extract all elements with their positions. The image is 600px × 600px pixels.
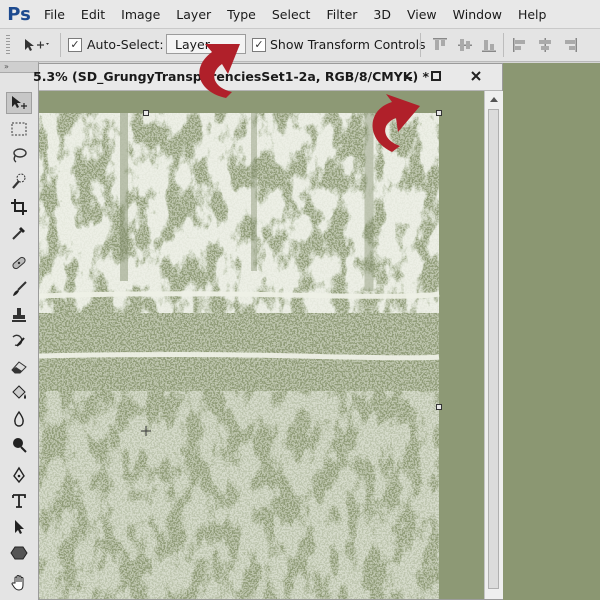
lasso-icon	[13, 148, 27, 163]
history-brush-icon	[12, 334, 25, 347]
show-transform-checkbox[interactable]: ✓	[252, 38, 266, 52]
rectangle-marquee-icon	[11, 122, 27, 136]
marquee-tool[interactable]	[6, 118, 32, 140]
separator	[420, 33, 421, 57]
move-tool[interactable]	[6, 92, 32, 114]
dodge-tool[interactable]	[6, 434, 32, 456]
hexagon-shape-icon	[10, 546, 28, 560]
minimize-button[interactable]	[395, 66, 421, 86]
auto-select-dropdown[interactable]: Layer	[166, 34, 246, 54]
document-titlebar[interactable]: 5.3% (SD_GrungyTransparenciesSet1-2a, RG…	[33, 64, 502, 91]
hand-tool[interactable]	[6, 572, 32, 594]
brush-icon	[13, 281, 27, 296]
minimize-icon	[404, 77, 412, 79]
menu-select[interactable]: Select	[264, 7, 319, 22]
separator	[503, 33, 504, 57]
align-bottom-icon[interactable]	[481, 37, 497, 53]
tools-panel: »	[0, 62, 39, 600]
menu-layer[interactable]: Layer	[168, 7, 219, 22]
transform-handle[interactable]	[436, 110, 442, 116]
stamp-icon	[12, 308, 26, 322]
eyedropper-icon	[12, 227, 25, 240]
lasso-tool[interactable]	[6, 144, 32, 166]
menu-bar: Ps File Edit Image Layer Type Select Fil…	[0, 0, 600, 29]
align-left-icon[interactable]	[512, 37, 528, 53]
options-bar: ✓ Auto-Select: Layer ✓ Show Transform Co…	[0, 29, 600, 62]
spot-healing-tool[interactable]	[6, 252, 32, 274]
maximize-button[interactable]	[423, 66, 449, 86]
path-selection-arrow-icon	[15, 520, 24, 534]
align-vertical-center-icon[interactable]	[457, 37, 473, 53]
hand-icon	[11, 574, 24, 591]
document-window: 5.3% (SD_GrungyTransparenciesSet1-2a, RG…	[33, 63, 503, 600]
grunge-texture-image	[39, 91, 484, 599]
scrollbar-thumb[interactable]	[488, 109, 499, 589]
crop-tool[interactable]	[6, 196, 32, 218]
menu-image[interactable]: Image	[113, 7, 168, 22]
menu-filter[interactable]: Filter	[318, 7, 365, 22]
show-transform-label: Show Transform Controls	[270, 37, 426, 52]
align-horizontal-center-icon[interactable]	[537, 37, 553, 53]
menu-3d[interactable]: 3D	[365, 7, 399, 22]
document-title: 5.3% (SD_GrungyTransparenciesSet1-2a, RG…	[33, 69, 430, 84]
paint-bucket-icon	[12, 385, 26, 399]
align-top-icon[interactable]	[432, 37, 448, 53]
quick-selection-icon	[12, 173, 26, 189]
photoshop-logo: Ps	[7, 3, 31, 25]
paint-bucket-tool[interactable]	[6, 382, 32, 404]
pen-nib-icon	[13, 466, 25, 484]
eyedropper-tool[interactable]	[6, 222, 32, 244]
crop-icon	[11, 199, 27, 215]
transform-handle[interactable]	[436, 404, 442, 410]
menu-view[interactable]: View	[399, 7, 445, 22]
maximize-icon	[431, 71, 441, 81]
dodge-icon	[13, 438, 27, 453]
move-tool-icon	[12, 96, 27, 109]
close-icon	[471, 71, 481, 81]
bandage-icon	[12, 256, 26, 270]
eraser-icon	[11, 361, 27, 374]
options-bar-grip[interactable]	[6, 35, 10, 55]
clone-stamp-tool[interactable]	[6, 304, 32, 326]
vertical-scrollbar[interactable]	[484, 91, 503, 599]
scroll-up-arrow-icon[interactable]	[485, 93, 503, 107]
move-tool-preset-icon	[25, 39, 49, 51]
menu-file[interactable]: File	[36, 7, 73, 22]
tool-preset-picker[interactable]	[20, 35, 54, 55]
brush-tool[interactable]	[6, 278, 32, 300]
blur-tool[interactable]	[6, 408, 32, 430]
workspace-background	[503, 63, 600, 600]
close-button[interactable]	[461, 66, 491, 86]
type-t-icon	[12, 494, 26, 508]
align-right-icon[interactable]	[562, 37, 578, 53]
pen-tool[interactable]	[6, 464, 32, 486]
menu-edit[interactable]: Edit	[73, 7, 113, 22]
menu-window[interactable]: Window	[445, 7, 510, 22]
document-canvas[interactable]	[39, 91, 484, 599]
history-brush-tool[interactable]	[6, 330, 32, 352]
menu-help[interactable]: Help	[510, 7, 555, 22]
blur-drop-icon	[14, 410, 24, 427]
auto-select-label: Auto-Select:	[87, 37, 164, 52]
auto-select-checkbox[interactable]: ✓	[68, 38, 82, 52]
quick-selection-tool[interactable]	[6, 170, 32, 192]
shape-tool[interactable]	[6, 542, 32, 564]
eraser-tool[interactable]	[6, 356, 32, 378]
transform-handle[interactable]	[143, 110, 149, 116]
path-selection-tool[interactable]	[6, 516, 32, 538]
menu-type[interactable]: Type	[219, 7, 264, 22]
type-tool[interactable]	[6, 490, 32, 512]
separator	[60, 33, 61, 57]
